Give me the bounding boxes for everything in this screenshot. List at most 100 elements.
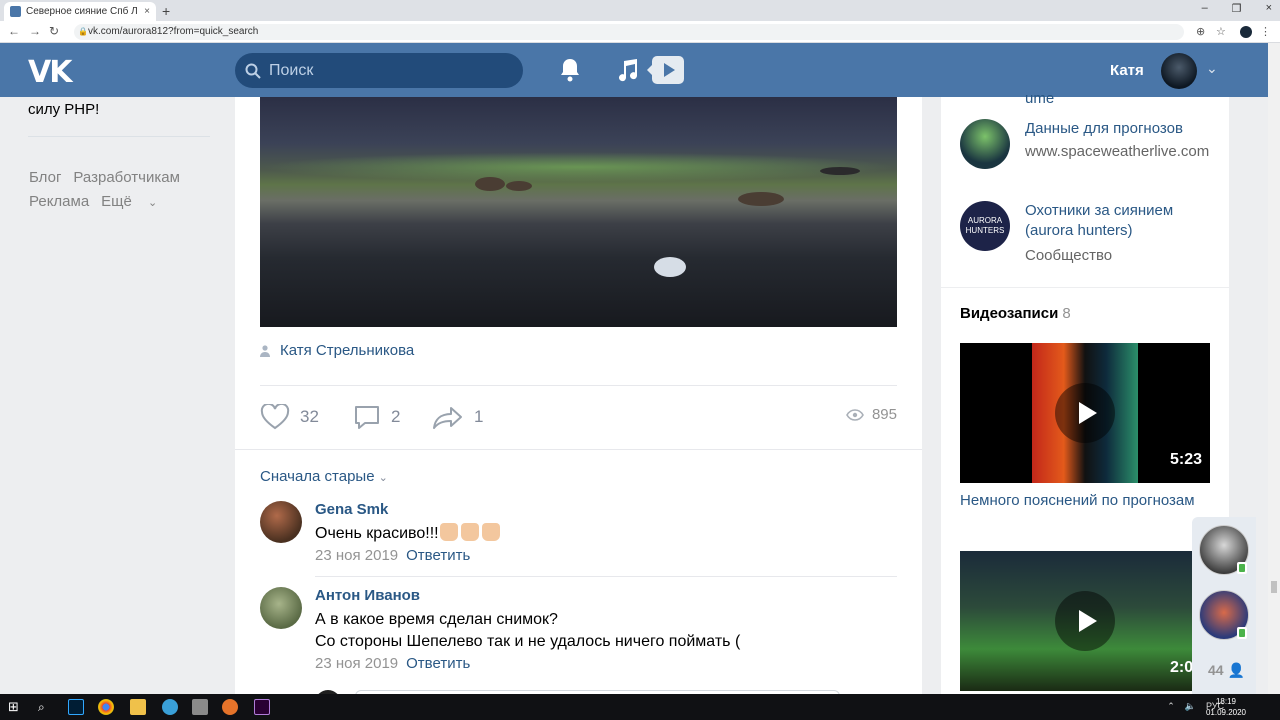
bookmark-star-icon[interactable]: ☆ (1216, 25, 1226, 38)
like-button[interactable]: 32 (260, 404, 319, 430)
left-divider (28, 136, 210, 137)
commenter-name[interactable]: Gena Smk (315, 501, 388, 518)
comment-text: А в какое время сделан снимок? Со сторон… (315, 611, 741, 650)
play-icon (1055, 383, 1115, 443)
premiere-icon[interactable] (254, 699, 270, 715)
link-subtitle: Сообщество (1025, 247, 1113, 264)
volume-icon[interactable]: 🔈 (1185, 701, 1196, 712)
link-title[interactable]: Охотники за сиянием (aurora hunters) (1025, 201, 1215, 241)
page-scrollbar[interactable] (1268, 43, 1280, 694)
link-title[interactable]: Данные для прогнозов (1025, 119, 1215, 139)
link-subtitle-cut: ume (1025, 90, 1055, 107)
link-blog[interactable]: Блог (29, 169, 61, 186)
music-note-icon[interactable] (616, 57, 638, 83)
app-icon[interactable] (222, 699, 238, 715)
video-title[interactable]: Немного пояснений по прогнозам (960, 490, 1210, 512)
new-tab-button[interactable]: + (162, 3, 170, 19)
comment-date[interactable]: 23 ноя 2019 (315, 547, 398, 564)
aurora-hunters-avatar: AURORA HUNTERS (960, 201, 1010, 251)
tab-title: Северное сияние Спб Ленобла (26, 6, 138, 17)
browser-profile-avatar[interactable] (1240, 26, 1252, 38)
thumbs-up-emoji-icon (439, 523, 503, 545)
link-more[interactable]: Ещё ⌄ (101, 193, 169, 210)
views-count: 895 (871, 406, 897, 423)
person-icon: 👤 (1227, 662, 1245, 678)
post-photo-aurora[interactable] (260, 97, 897, 327)
windows-start-icon[interactable]: ⊞ (8, 699, 24, 715)
comment-date[interactable]: 23 ноя 2019 (315, 655, 398, 672)
videos-block: Видеозаписи 8 5:23 Немного пояснений по п… (941, 288, 1229, 720)
reload-icon[interactable]: ↻ (49, 24, 59, 38)
rock (475, 177, 505, 191)
comments-sort-dropdown[interactable]: Сначала старые ⌄ (260, 468, 388, 485)
user-avatar[interactable] (1161, 53, 1197, 89)
video-duration: 5:23 (1169, 451, 1202, 468)
restore-button[interactable]: ❐ (1232, 2, 1242, 15)
videos-header[interactable]: Видеозаписи 8 (960, 305, 1071, 322)
link-url: www.spaceweatherlive.com (1025, 143, 1210, 160)
file-explorer-icon[interactable] (130, 699, 146, 715)
search-input[interactable]: Поиск (235, 53, 523, 88)
comment-meta: 23 ноя 2019 Ответить (315, 547, 470, 564)
comment-button[interactable]: 2 (353, 404, 400, 430)
share-button[interactable]: 1 (432, 404, 483, 430)
chrome-icon[interactable] (98, 699, 114, 715)
minimize-button[interactable]: – (1202, 2, 1208, 15)
search-icon[interactable]: ⌕ (38, 699, 54, 715)
user-name[interactable]: Катя (1110, 62, 1144, 79)
commenter-name[interactable]: Антон Иванов (315, 587, 420, 604)
chat-count[interactable]: 44 👤 (1208, 662, 1245, 679)
rock (820, 167, 860, 175)
chevron-down-icon[interactable]: ⌄ (1206, 60, 1218, 77)
eye-icon (846, 408, 864, 421)
taskbar-clock[interactable]: 18:19 01.09.2020 (1206, 696, 1246, 718)
commenter-avatar[interactable] (260, 587, 302, 629)
scrollbar-thumb[interactable] (1271, 581, 1277, 593)
reply-button[interactable]: Ответить (406, 547, 470, 564)
commenter-avatar[interactable] (260, 501, 302, 543)
bell-icon[interactable] (558, 57, 582, 83)
views-counter: 895 (846, 406, 897, 423)
url-field[interactable]: 🔒 vk.com/aurora812?from=quick_search (74, 24, 1184, 40)
photoshop-icon[interactable] (68, 699, 84, 715)
left-info-text: силу PHP! (28, 101, 100, 118)
zoom-icon[interactable]: ⊕ (1196, 25, 1205, 38)
browser-menu-icon[interactable]: ⋮ (1260, 25, 1271, 38)
post-author-name: Катя Стрельникова (280, 342, 415, 359)
url-text: vk.com/aurora812?from=quick_search (88, 26, 259, 37)
mobile-online-icon (1237, 562, 1247, 574)
window-close-button[interactable]: × (1266, 2, 1272, 15)
chevron-down-icon: ⌄ (148, 197, 158, 209)
lock-icon: 🔒 (78, 27, 88, 36)
link-developers[interactable]: Разработчикам (73, 169, 179, 186)
video-thumbnail[interactable]: 5:23 (960, 343, 1210, 483)
comment-meta: 23 ноя 2019 Ответить (315, 655, 470, 672)
telegram-icon[interactable] (162, 699, 178, 715)
comment-text: Очень красиво!!! (315, 523, 503, 545)
browser-tab[interactable]: Северное сияние Спб Ленобла × (4, 2, 156, 21)
link-ads[interactable]: Реклама (29, 193, 89, 210)
post-author[interactable]: Катя Стрельникова (260, 342, 414, 359)
back-arrow-icon[interactable]: ← (8, 24, 20, 38)
post-actions: 32 2 1 895 (260, 404, 897, 432)
forward-arrow-icon[interactable]: → (29, 24, 41, 38)
comment-icon (355, 406, 379, 429)
tab-close-icon[interactable]: × (144, 6, 150, 17)
rock (738, 192, 784, 206)
play-icon (1055, 591, 1115, 651)
post-card: Катя Стрельникова 32 2 1 895 Сначала ста… (235, 97, 922, 720)
vk-logo[interactable]: VK (28, 55, 72, 90)
reply-button[interactable]: Ответить (406, 655, 470, 672)
person-icon (260, 344, 270, 357)
app-icon[interactable] (192, 699, 208, 715)
video-play-icon[interactable] (647, 56, 684, 84)
comment-divider (315, 576, 897, 577)
share-count: 1 (474, 407, 484, 426)
ice-chunk (654, 257, 686, 277)
share-arrow-icon (433, 407, 462, 429)
chat-panel: 44 👤 (1192, 517, 1256, 695)
tray-up-icon[interactable]: ⌃ (1167, 701, 1175, 712)
vk-favicon-icon (10, 6, 21, 17)
video-thumbnail[interactable]: 2:00 (960, 551, 1210, 691)
windows-taskbar: ⊞ ⌕ ⌃ 🔈 РУС 18:19 01.09.2020 (0, 694, 1280, 720)
